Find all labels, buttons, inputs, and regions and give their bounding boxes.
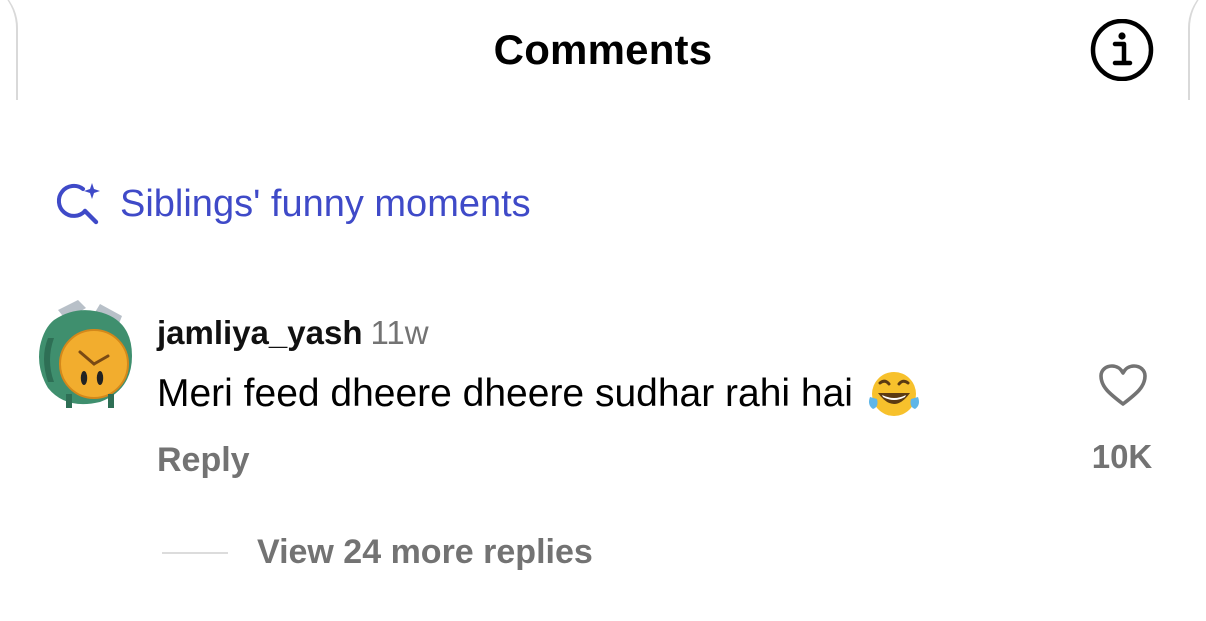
view-more-replies-button[interactable]: View 24 more replies <box>257 533 593 572</box>
comment-timestamp: 11w <box>370 314 429 351</box>
comment-username[interactable]: jamliya_yash <box>157 314 362 351</box>
comment-text: Meri feed dheere dheere sudhar rahi hai <box>157 372 853 415</box>
sparkle-search-icon <box>54 180 102 228</box>
search-suggestion-label: Siblings' funny moments <box>120 182 531 225</box>
replies-divider <box>162 552 228 554</box>
alarm-clock-avatar <box>39 300 132 408</box>
search-suggestion-link[interactable]: Siblings' funny moments <box>54 180 531 228</box>
face-with-tears-of-joy-emoji <box>868 372 919 416</box>
info-icon <box>1090 19 1154 81</box>
comment-meta: jamliya_yash 11w <box>157 314 429 352</box>
comment-body: Meri feed dheere dheere sudhar rahi hai <box>157 369 921 419</box>
like-count: 10K <box>1091 438 1153 475</box>
avatar[interactable] <box>36 298 136 410</box>
reply-button[interactable]: Reply <box>157 441 250 480</box>
info-button[interactable] <box>1086 18 1158 82</box>
page-title: Comments <box>493 26 713 73</box>
like-button[interactable] <box>1096 360 1150 410</box>
heart-icon <box>1099 364 1147 406</box>
